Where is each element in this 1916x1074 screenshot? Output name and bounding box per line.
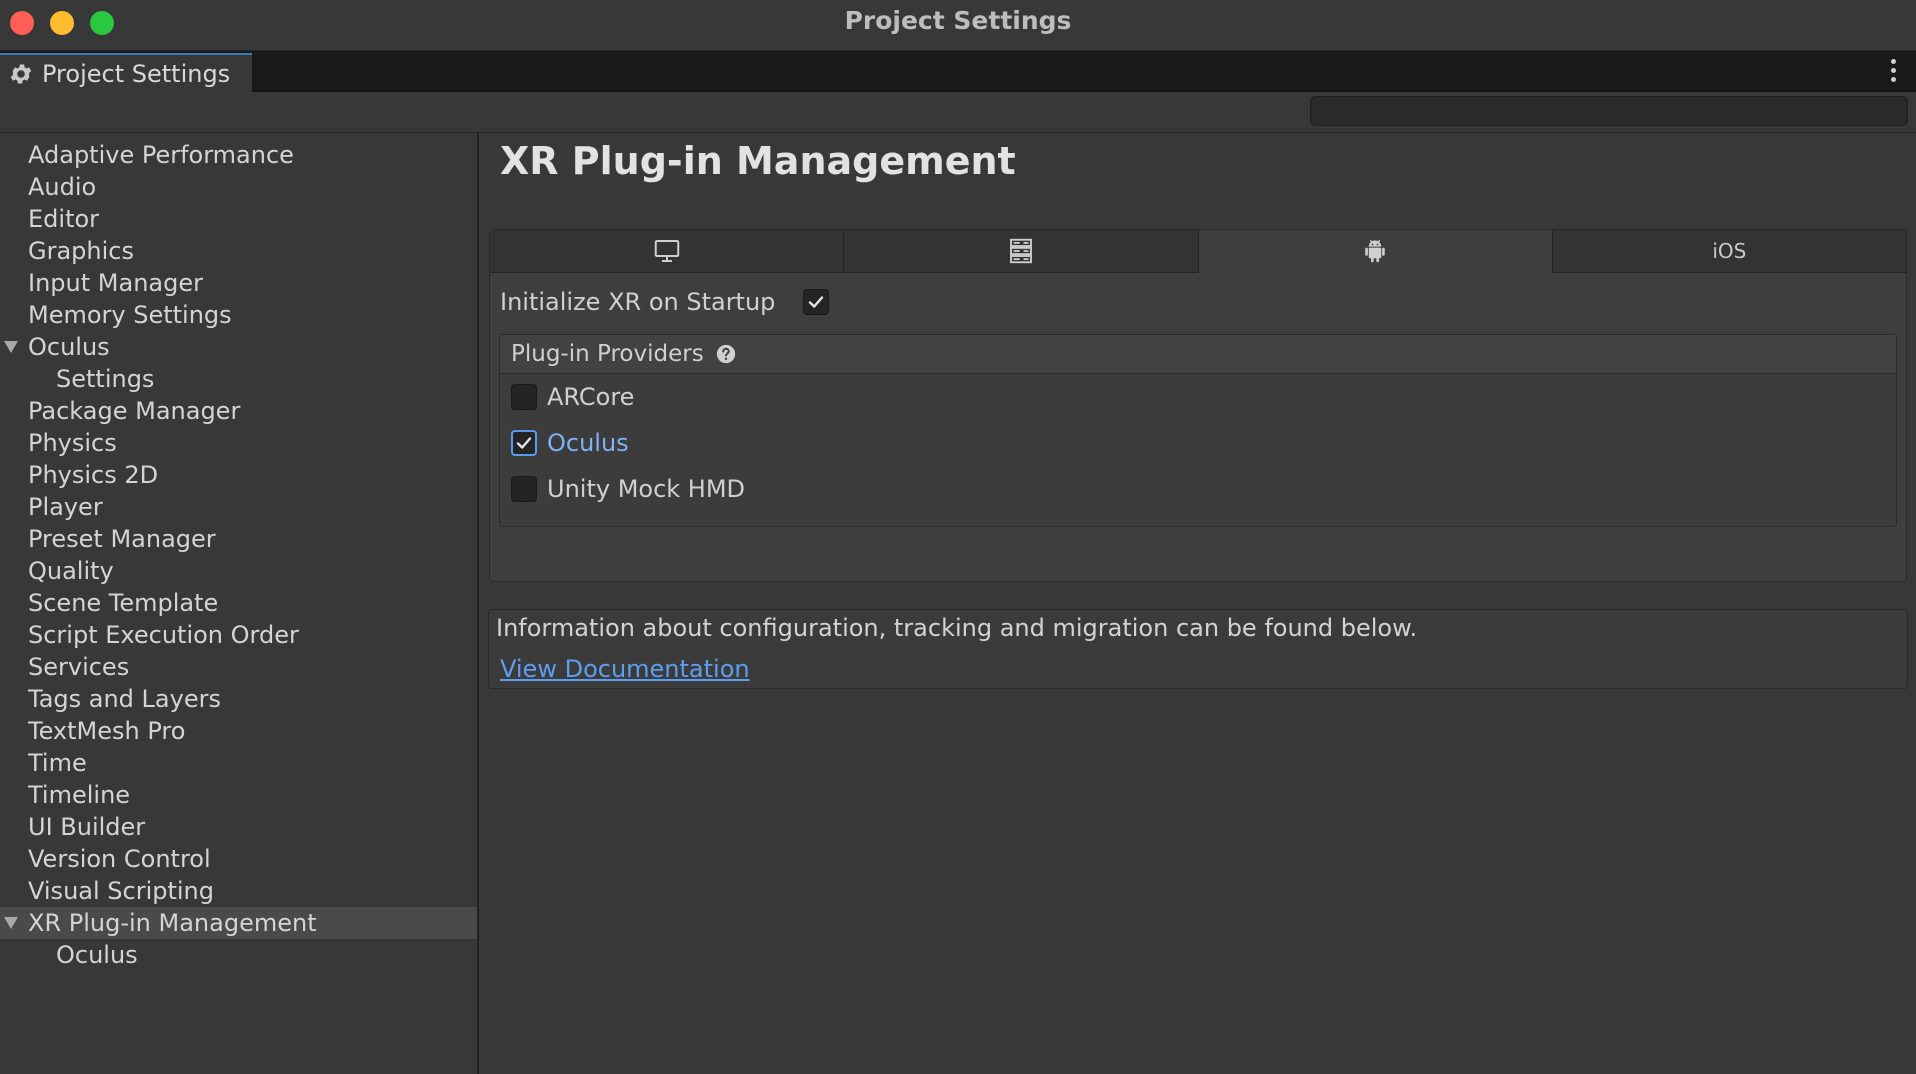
sidebar-item-label: Graphics <box>28 237 134 265</box>
info-text: Information about configuration, trackin… <box>496 614 1418 642</box>
provider-oculus-checkbox[interactable] <box>511 430 537 456</box>
sidebar-item-label: Version Control <box>28 845 211 873</box>
expand-triangle-icon[interactable] <box>4 341 18 353</box>
sidebar-item-label: Tags and Layers <box>28 685 221 713</box>
sidebar-item-label: Timeline <box>28 781 131 809</box>
sidebar-item-settings-sub[interactable]: Settings <box>0 363 477 395</box>
desktop-icon <box>654 240 679 262</box>
sidebar-item-label: Package Manager <box>28 397 241 425</box>
sidebar-item-xr-plug-in-management[interactable]: XR Plug-in Management <box>0 907 477 939</box>
main-content: XR Plug-in Management iOS Initialize XR … <box>479 133 1916 1074</box>
sidebar-item-player[interactable]: Player <box>0 491 477 523</box>
init-xr-row: Initialize XR on Startup <box>500 282 829 322</box>
sidebar-item-time[interactable]: Time <box>0 747 477 779</box>
sidebar-item-label: Input Manager <box>28 269 203 297</box>
sidebar: Adaptive Performance Audio Editor Graphics I… <box>0 133 479 1074</box>
more-options-icon[interactable] <box>1890 59 1898 85</box>
provider-oculus-label: Oculus <box>547 429 629 457</box>
sidebar-item-ui-builder[interactable]: UI Builder <box>0 811 477 843</box>
tab-ios-label: iOS <box>1712 239 1747 263</box>
sidebar-item-timeline[interactable]: Timeline <box>0 779 477 811</box>
sidebar-item-label: XR Plug-in Management <box>28 909 317 937</box>
tab-platform-server[interactable] <box>844 230 1199 273</box>
sidebar-item-oculus[interactable]: Oculus <box>0 331 477 363</box>
init-xr-checkbox[interactable] <box>803 289 829 315</box>
sidebar-item-label: Services <box>28 653 130 681</box>
provider-oculus[interactable]: Oculus <box>500 420 1896 466</box>
sidebar-item-package-manager[interactable]: Package Manager <box>0 395 477 427</box>
sidebar-item-label: Editor <box>28 205 100 233</box>
sidebar-item-label: Physics <box>28 429 117 457</box>
plugin-providers-header: Plug-in Providers <box>500 335 1896 374</box>
sidebar-item-physics[interactable]: Physics <box>0 427 477 459</box>
sidebar-item-memory-settings[interactable]: Memory Settings <box>0 299 477 331</box>
sidebar-item-audio[interactable]: Audio <box>0 171 477 203</box>
expand-triangle-icon[interactable] <box>4 917 18 929</box>
search-input[interactable] <box>1310 96 1908 126</box>
sidebar-item-textmesh-pro[interactable]: TextMesh Pro <box>0 715 477 747</box>
tab-platform-ios[interactable]: iOS <box>1552 230 1906 273</box>
checkmark-icon <box>516 437 532 449</box>
sidebar-item-script-execution-order[interactable]: Script Execution Order <box>0 619 477 651</box>
plugin-providers-title: Plug-in Providers <box>511 341 704 367</box>
window-title: Project Settings <box>844 6 1072 35</box>
sidebar-item-services[interactable]: Services <box>0 651 477 683</box>
sidebar-item-label: Settings <box>56 365 155 393</box>
sidebar-item-label: Preset Manager <box>28 525 216 553</box>
tab-label: Project Settings <box>42 60 231 88</box>
checkmark-icon <box>808 296 824 308</box>
server-icon <box>1009 238 1032 264</box>
page-title: XR Plug-in Management <box>500 139 1016 183</box>
sidebar-item-label: Time <box>28 749 87 777</box>
sidebar-item-adaptive-performance[interactable]: Adaptive Performance <box>0 139 477 171</box>
sidebar-item-input-manager[interactable]: Input Manager <box>0 267 477 299</box>
tab-project-settings[interactable]: Project Settings <box>0 53 252 93</box>
sidebar-item-label: UI Builder <box>28 813 146 841</box>
sidebar-item-label: Memory Settings <box>28 301 232 329</box>
gear-icon <box>10 64 32 84</box>
provider-unity-mock-hmd[interactable]: Unity Mock HMD <box>500 466 1896 512</box>
sidebar-item-label: TextMesh Pro <box>28 717 186 745</box>
sidebar-item-visual-scripting[interactable]: Visual Scripting <box>0 875 477 907</box>
title-bar: Project Settings <box>0 0 1916 51</box>
sidebar-item-label: Physics 2D <box>28 461 159 489</box>
sidebar-item-scene-template[interactable]: Scene Template <box>0 587 477 619</box>
sidebar-item-label: Oculus <box>28 333 110 361</box>
sidebar-item-oculus-sub[interactable]: Oculus <box>0 939 477 971</box>
sidebar-item-label: Oculus <box>56 941 138 969</box>
provider-arcore-checkbox[interactable] <box>511 384 537 410</box>
provider-arcore[interactable]: ARCore <box>500 374 1896 420</box>
sidebar-item-label: Adaptive Performance <box>28 141 294 169</box>
sidebar-item-physics-2d[interactable]: Physics 2D <box>0 459 477 491</box>
sidebar-item-editor[interactable]: Editor <box>0 203 477 235</box>
sidebar-item-tags-and-layers[interactable]: Tags and Layers <box>0 683 477 715</box>
sidebar-item-label: Quality <box>28 557 114 585</box>
sidebar-item-label: Visual Scripting <box>28 877 214 905</box>
sidebar-item-preset-manager[interactable]: Preset Manager <box>0 523 477 555</box>
sidebar-item-label: Audio <box>28 173 97 201</box>
provider-unity-mock-hmd-checkbox[interactable] <box>511 476 537 502</box>
sidebar-item-version-control[interactable]: Version Control <box>0 843 477 875</box>
tab-strip: Project Settings <box>0 51 1916 93</box>
provider-unity-mock-hmd-label: Unity Mock HMD <box>547 475 746 503</box>
tab-platform-android[interactable] <box>1198 230 1553 273</box>
sidebar-item-label: Player <box>28 493 103 521</box>
info-box: Information about configuration, trackin… <box>488 609 1908 689</box>
tab-platform-desktop[interactable] <box>490 230 845 273</box>
plugin-providers-box: Plug-in Providers ARCore Oculus Unity Mo… <box>499 334 1897 527</box>
sidebar-item-quality[interactable]: Quality <box>0 555 477 587</box>
settings-panel: iOS Initialize XR on Startup Plug-in Pro… <box>489 229 1907 582</box>
help-icon[interactable] <box>715 343 737 365</box>
init-xr-label: Initialize XR on Startup <box>500 288 776 316</box>
sidebar-item-label: Scene Template <box>28 589 219 617</box>
view-documentation-link[interactable]: View Documentation <box>500 655 750 683</box>
sidebar-nav: Adaptive Performance Audio Editor Graphics I… <box>0 133 477 971</box>
platform-tabs: iOS <box>490 230 1906 273</box>
search-bar <box>0 92 1916 133</box>
android-icon <box>1365 239 1385 263</box>
sidebar-item-label: Script Execution Order <box>28 621 299 649</box>
provider-arcore-label: ARCore <box>547 383 635 411</box>
sidebar-item-graphics[interactable]: Graphics <box>0 235 477 267</box>
